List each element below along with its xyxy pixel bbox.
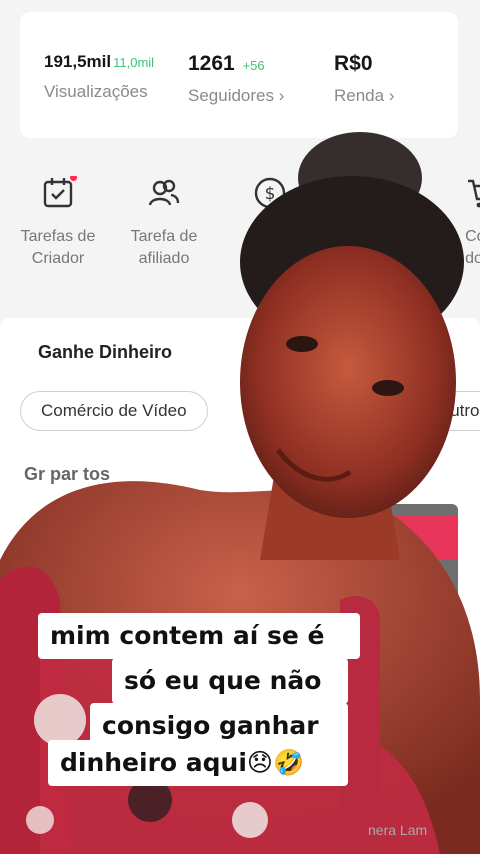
- bottom-text: nera Lam: [368, 822, 428, 838]
- caption-line: dinheiro aqui😞🤣: [48, 740, 348, 786]
- caption-line: só eu que não: [112, 658, 348, 704]
- caption-overlay: mim contem aí se é só eu que não consigo…: [0, 0, 480, 854]
- caption-line: mim contem aí se é: [38, 613, 360, 659]
